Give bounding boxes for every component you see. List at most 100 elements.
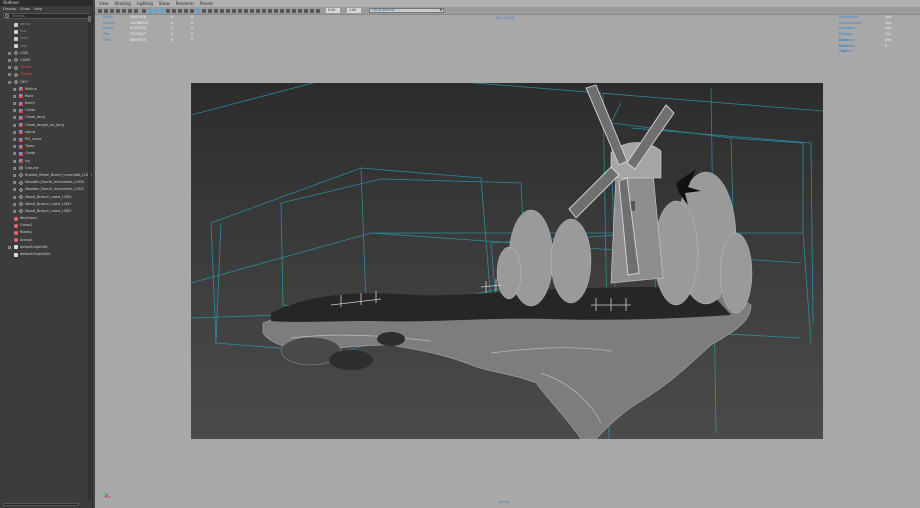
toolbar-tool-icon[interactable] xyxy=(196,8,200,13)
toolbar-tool-icon[interactable] xyxy=(310,8,314,13)
outliner-item[interactable]: side xyxy=(0,43,88,50)
outliner-item[interactable]: + Wood_Branch_rowe_LOD1 xyxy=(0,201,88,208)
expand-toggle-icon[interactable]: + xyxy=(13,94,17,98)
outliner-item[interactable]: top xyxy=(0,28,88,35)
expand-toggle-icon[interactable]: + xyxy=(8,80,12,84)
outliner-item[interactable]: Grass2 xyxy=(0,222,88,229)
outliner-item[interactable]: + CAMS xyxy=(0,57,88,64)
outliner-item[interactable]: + Rock xyxy=(0,93,88,100)
expand-toggle-icon[interactable]: + xyxy=(13,173,17,177)
outliner-item[interactable]: + Rusted_Metal_Barrel_Innerhalb_LOD0 xyxy=(0,172,92,179)
outliner-item[interactable]: + Ground xyxy=(0,165,88,172)
toolbar-tool-icon[interactable] xyxy=(280,8,284,13)
toolbar-tool-icon[interactable] xyxy=(110,8,114,13)
menu-lighting[interactable]: Lighting xyxy=(137,0,153,7)
toolbar-tool-icon[interactable] xyxy=(226,8,230,13)
toolbar-tool-icon[interactable] xyxy=(244,8,248,13)
outliner-item[interactable]: Roots1 xyxy=(0,229,88,236)
expand-toggle-icon[interactable]: + xyxy=(13,102,17,106)
menu-renderer[interactable]: Renderer xyxy=(176,0,194,7)
toolbar-tool-icon[interactable] xyxy=(298,8,302,13)
outliner-menu-display[interactable]: Display xyxy=(3,6,16,12)
menu-shading[interactable]: Shading xyxy=(115,0,131,7)
viewport-panel[interactable]: View Shading Lighting Show Renderer Pane… xyxy=(95,0,920,508)
outliner-item[interactable]: Keylines1 xyxy=(0,215,88,222)
outliner-item[interactable]: + stand xyxy=(0,129,88,136)
outliner-item[interactable]: front xyxy=(0,35,88,42)
expand-toggle-icon[interactable]: + xyxy=(13,109,17,113)
expand-toggle-icon[interactable]: + xyxy=(13,166,17,170)
expand-toggle-icon[interactable]: + xyxy=(8,66,12,70)
toolbar-tool-icon[interactable] xyxy=(316,8,320,13)
outliner-vertical-scrollbar[interactable] xyxy=(88,14,91,500)
expand-toggle-icon[interactable]: + xyxy=(13,130,17,134)
expand-toggle-icon[interactable]: + xyxy=(8,245,12,249)
toolbar-tool-icon[interactable] xyxy=(178,8,182,13)
outliner-menu-help[interactable]: Help xyxy=(34,6,42,12)
toolbar-tool-icon[interactable] xyxy=(172,8,176,13)
toolbar-tool-icon[interactable] xyxy=(220,8,224,13)
outliner-item[interactable]: + GEO xyxy=(0,79,88,86)
menu-panels[interactable]: Panels xyxy=(200,0,213,7)
toolbar-tool-icon[interactable] xyxy=(148,8,152,13)
toolbar-tool-icon[interactable] xyxy=(202,8,206,13)
toolbar-tool-icon[interactable] xyxy=(304,8,308,13)
outliner-item[interactable]: + Barril xyxy=(0,100,88,107)
outliner-item[interactable]: + Wooden_Barrel_Innenseite_LOD1 xyxy=(0,186,88,193)
outliner-item[interactable]: + lvy xyxy=(0,158,88,165)
toolbar-tool-icon[interactable] xyxy=(142,8,146,13)
outliner-item[interactable]: persp xyxy=(0,21,88,28)
toolbar-tool-icon[interactable] xyxy=(232,8,236,13)
toolbar-tool-icon[interactable] xyxy=(214,8,218,13)
outliner-item[interactable]: + Wood_Branch_rowe_LOD2 xyxy=(0,208,88,215)
toolbar-tool-icon[interactable] xyxy=(250,8,254,13)
outliner-item[interactable]: + Wood_Branch_rowe_LOD0 xyxy=(0,194,88,201)
toolbar-tool-icon[interactable] xyxy=(116,8,120,13)
expand-toggle-icon[interactable]: + xyxy=(13,209,17,213)
expand-toggle-icon[interactable]: + xyxy=(13,116,17,120)
outliner-item[interactable]: + Cesto xyxy=(0,150,88,157)
toolbar-tool-icon[interactable] xyxy=(274,8,278,13)
toolbar-tool-icon[interactable] xyxy=(134,8,138,13)
expand-toggle-icon[interactable]: + xyxy=(13,188,17,192)
toolbar-tool-icon[interactable] xyxy=(160,8,164,13)
toolbar-tool-icon[interactable] xyxy=(286,8,290,13)
toolbar-tool-icon[interactable] xyxy=(166,8,170,13)
toolbar-tool-icon[interactable] xyxy=(98,8,102,13)
outliner-item[interactable]: + Molino xyxy=(0,86,88,93)
outliner-menu-show[interactable]: Show xyxy=(20,6,30,12)
toolbar-tool-icon[interactable] xyxy=(128,8,132,13)
toolbar-tool-icon[interactable] xyxy=(190,8,194,13)
toolbar-tool-icon[interactable] xyxy=(256,8,260,13)
outliner-item[interactable]: + defaultLightSet xyxy=(0,244,88,251)
menu-view[interactable]: View xyxy=(99,0,109,7)
outliner-search-input[interactable]: Search... xyxy=(3,13,89,19)
outliner-item[interactable]: + Pill_rocks xyxy=(0,136,88,143)
expand-toggle-icon[interactable]: + xyxy=(8,51,12,55)
toolbar-tool-icon[interactable] xyxy=(154,8,158,13)
expand-toggle-icon[interactable]: + xyxy=(8,73,12,77)
toolbar-tool-icon[interactable] xyxy=(208,8,212,13)
expand-toggle-icon[interactable]: + xyxy=(13,195,17,199)
outliner-item[interactable]: + Ocean xyxy=(0,64,88,71)
expand-toggle-icon[interactable]: + xyxy=(13,159,17,163)
scrollbar-thumb[interactable] xyxy=(88,16,91,22)
toolbar-tool-icon[interactable] xyxy=(104,8,108,13)
gamma-field[interactable]: 1.00 xyxy=(347,8,361,13)
toolbar-tool-icon[interactable] xyxy=(238,8,242,13)
toolbar-tool-icon[interactable] xyxy=(268,8,272,13)
expand-toggle-icon[interactable]: + xyxy=(8,58,12,62)
toolbar-tool-icon[interactable] xyxy=(292,8,296,13)
menu-show[interactable]: Show xyxy=(159,0,170,7)
resolution-gate[interactable] xyxy=(191,83,823,439)
outliner-item[interactable]: + Cesto_longer_as_long xyxy=(0,122,88,129)
expand-toggle-icon[interactable]: + xyxy=(13,145,17,149)
expand-toggle-icon[interactable]: + xyxy=(13,138,17,141)
expand-toggle-icon[interactable]: + xyxy=(13,87,17,91)
outliner-item[interactable]: + Cesto xyxy=(0,107,88,114)
colorspace-dropdown[interactable]: sRGB gamma ▼ xyxy=(369,8,444,13)
expand-toggle-icon[interactable]: + xyxy=(13,181,17,185)
expand-toggle-icon[interactable]: + xyxy=(13,202,17,206)
toolbar-tool-icon[interactable] xyxy=(184,8,188,13)
exposure-field[interactable]: 0.00 xyxy=(326,8,340,13)
